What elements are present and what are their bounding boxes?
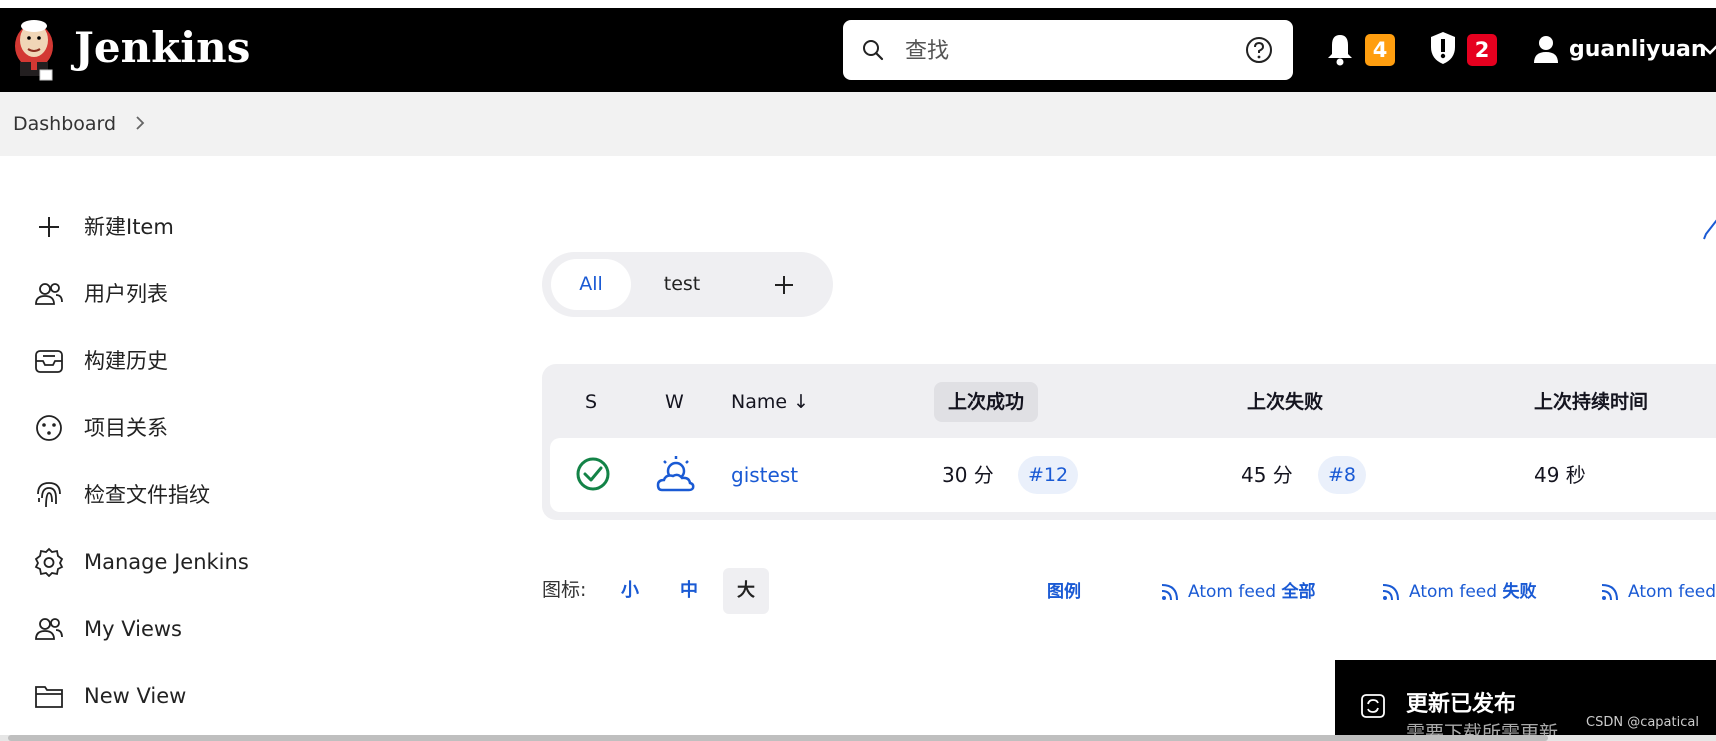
icon-size-small[interactable]: 小 xyxy=(607,568,653,614)
sidebar-item-users[interactable]: 用户列表 xyxy=(34,273,434,313)
breadcrumb-dashboard[interactable]: Dashboard xyxy=(13,112,116,136)
search-icon xyxy=(863,40,884,61)
pencil-icon[interactable] xyxy=(1702,214,1716,240)
chevron-down-icon[interactable] xyxy=(1700,40,1716,60)
column-header-status[interactable]: S xyxy=(585,384,597,420)
last-failure-time: 45 分 xyxy=(1241,463,1293,487)
tab-test[interactable]: test xyxy=(642,259,722,310)
plus-icon xyxy=(39,217,59,237)
plus-icon xyxy=(775,276,793,294)
rss-icon xyxy=(1382,584,1399,601)
icon-size-large[interactable]: 大 xyxy=(723,568,769,614)
atom-feed-latest-link[interactable]: Atom feed xyxy=(1600,579,1716,605)
gear-icon xyxy=(34,547,64,577)
column-header-last-failure[interactable]: 上次失败 xyxy=(1247,384,1323,420)
sidebar-item-my-views[interactable]: My Views xyxy=(34,608,434,648)
column-header-last-duration[interactable]: 上次持续时间 xyxy=(1534,384,1648,420)
feed-suffix: 全部 xyxy=(1281,582,1316,602)
feed-label: Atom feed xyxy=(1409,582,1498,602)
shield-icon[interactable] xyxy=(1428,30,1458,66)
column-header-weather[interactable]: W xyxy=(665,384,684,420)
view-tabs: All test xyxy=(542,252,833,317)
table-row: gistest 30 分 #12 45 分 #8 49 秒 xyxy=(550,438,1716,512)
sidebar-item-label: New View xyxy=(84,684,187,708)
people-icon xyxy=(35,283,63,305)
folder-icon xyxy=(35,686,63,708)
refresh-icon xyxy=(1361,694,1385,718)
success-build-link[interactable]: #12 xyxy=(1018,456,1079,494)
sidebar-item-new-view[interactable]: New View xyxy=(34,675,434,715)
rss-icon xyxy=(1161,584,1178,601)
notifications-badge[interactable]: 4 xyxy=(1365,34,1395,66)
top-header: Jenkins 4 2 guanliyuan xyxy=(0,8,1716,92)
weather-partly-cloudy-icon xyxy=(656,456,695,492)
breadcrumb-bar: Dashboard xyxy=(0,92,1716,156)
last-success-time: 30 分 xyxy=(942,463,994,487)
scrollbar-thumb[interactable] xyxy=(8,735,1548,741)
sidebar-item-fingerprint[interactable]: 检查文件指纹 xyxy=(34,474,434,514)
icon-size-medium[interactable]: 中 xyxy=(666,568,712,614)
help-icon[interactable] xyxy=(1245,36,1273,64)
relationship-icon xyxy=(36,415,62,441)
bell-icon[interactable] xyxy=(1326,32,1354,66)
sidebar-item-build-history[interactable]: 构建历史 xyxy=(34,340,434,380)
security-badge[interactable]: 2 xyxy=(1467,34,1497,66)
job-name-link[interactable]: gistest xyxy=(731,458,798,492)
watermark: CSDN @capatical xyxy=(1586,715,1699,730)
feed-label: Atom feed xyxy=(1628,582,1716,602)
sidebar-item-label: 构建历史 xyxy=(84,349,168,373)
sidebar-item-label: My Views xyxy=(84,617,182,641)
add-view-button[interactable] xyxy=(764,259,804,310)
feed-label: Atom feed xyxy=(1188,582,1277,602)
rss-icon xyxy=(1601,584,1618,601)
column-header-name[interactable]: Name ↓ xyxy=(731,384,809,420)
user-icon[interactable] xyxy=(1532,34,1560,64)
icon-size-label: 图标: xyxy=(542,579,587,601)
atom-feed-all-link[interactable]: Atom feed 全部 xyxy=(1160,579,1315,605)
sidebar-item-manage-jenkins[interactable]: Manage Jenkins xyxy=(34,541,434,581)
sidebar-item-label: 检查文件指纹 xyxy=(84,483,210,507)
sidebar-item-label: Manage Jenkins xyxy=(84,550,249,574)
jobs-table: S W Name ↓ 上次成功 上次失败 上次持续时间 gistest 30 分… xyxy=(542,364,1716,520)
people-icon xyxy=(35,618,63,640)
column-header-last-success[interactable]: 上次成功 xyxy=(934,382,1039,422)
failure-build-link[interactable]: #8 xyxy=(1318,456,1367,494)
sidebar-item-project-relationship[interactable]: 项目关系 xyxy=(34,407,434,447)
toast-title: 更新已发布 xyxy=(1406,692,1517,717)
feed-suffix: 失败 xyxy=(1502,582,1537,602)
top-strip xyxy=(0,0,1716,8)
username-link[interactable]: guanliyuan xyxy=(1569,34,1707,66)
success-check-icon xyxy=(576,457,610,491)
legend-link[interactable]: 图例 xyxy=(1047,579,1081,605)
sidebar-item-label: 项目关系 xyxy=(84,416,168,440)
sidebar-item-label: 新建Item xyxy=(84,215,174,239)
jenkins-logo[interactable] xyxy=(12,16,60,84)
brand-title[interactable]: Jenkins xyxy=(74,22,250,74)
search-box xyxy=(843,20,1293,80)
chevron-right-icon[interactable] xyxy=(133,114,147,132)
tab-all[interactable]: All xyxy=(551,259,631,310)
inbox-icon xyxy=(35,350,63,373)
atom-feed-failed-link[interactable]: Atom feed 失败 xyxy=(1381,579,1536,605)
sidebar-item-label: 用户列表 xyxy=(84,282,168,306)
fingerprint-icon xyxy=(37,482,61,508)
last-duration: 49 秒 xyxy=(1534,463,1586,487)
search-input[interactable] xyxy=(903,30,1237,72)
sidebar-item-new-item[interactable]: 新建Item xyxy=(34,206,434,246)
